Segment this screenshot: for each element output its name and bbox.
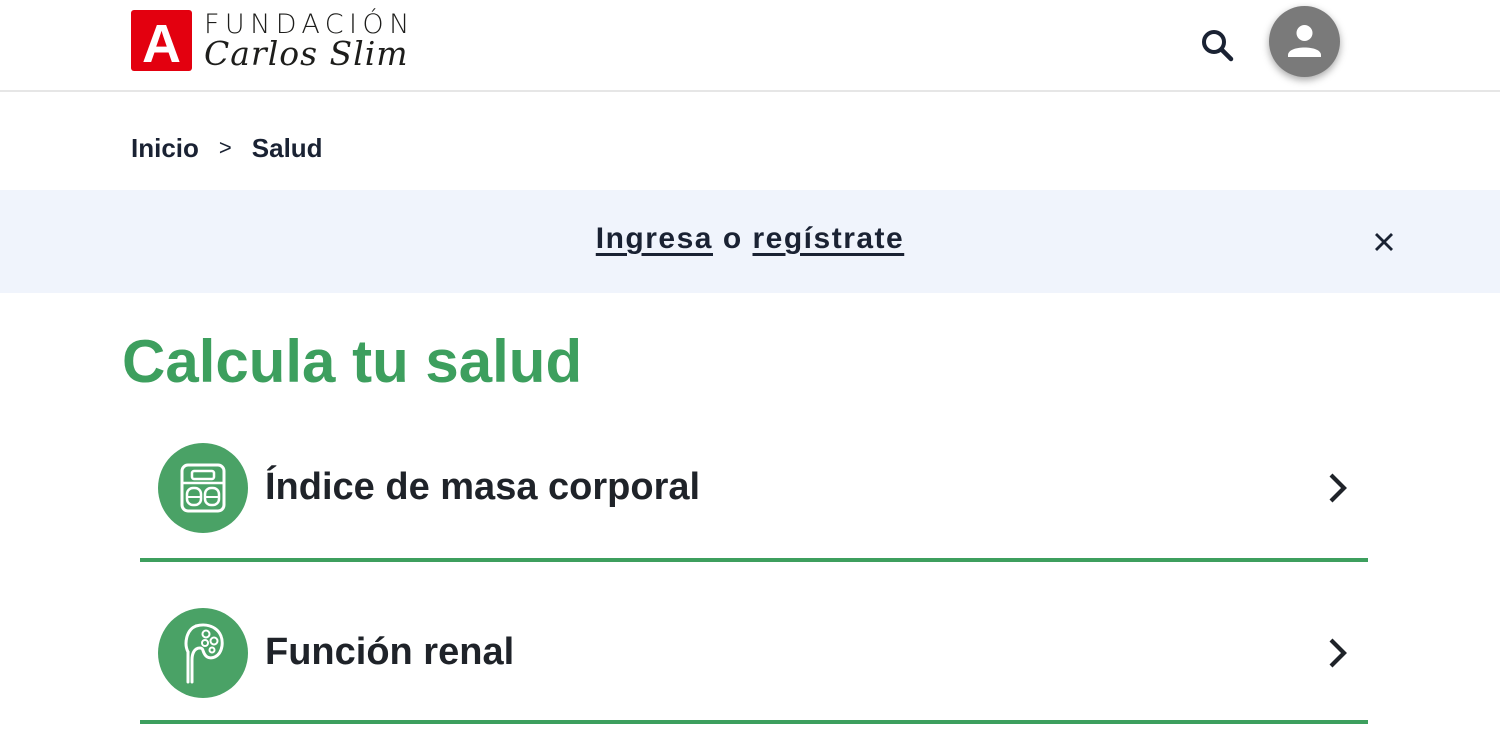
chevron-right-icon bbox=[1329, 473, 1347, 503]
logo-letter-icon: A bbox=[142, 14, 181, 71]
search-button[interactable] bbox=[1196, 24, 1238, 66]
logo-bottom-text: Carlos Slim bbox=[204, 34, 409, 73]
site-header: A FUNDACIÓN Carlos Slim bbox=[0, 0, 1500, 92]
logo-text: FUNDACIÓN Carlos Slim bbox=[204, 11, 415, 71]
login-banner-text: Ingresa o regístrate bbox=[0, 222, 1500, 256]
banner-connector: o bbox=[722, 222, 743, 255]
scale-icon bbox=[180, 463, 226, 513]
calculator-icon-badge bbox=[158, 608, 248, 698]
calculator-label: Índice de masa corporal bbox=[265, 466, 701, 508]
banner-close-button[interactable] bbox=[1370, 228, 1398, 256]
account-button[interactable] bbox=[1269, 6, 1340, 77]
logo[interactable]: A FUNDACIÓN Carlos Slim bbox=[131, 10, 415, 71]
account-icon bbox=[1288, 25, 1321, 57]
breadcrumb: Inicio > Salud bbox=[131, 130, 323, 166]
calculator-label: Función renal bbox=[265, 631, 515, 673]
breadcrumb-home-link[interactable]: Inicio bbox=[131, 133, 199, 164]
logo-mark: A bbox=[131, 10, 192, 71]
svg-text:A: A bbox=[142, 14, 181, 71]
calculator-item-imc[interactable]: Índice de masa corporal bbox=[140, 443, 1368, 562]
chevron-right-icon bbox=[1329, 638, 1347, 668]
close-icon bbox=[1375, 233, 1393, 251]
breadcrumb-current: Salud bbox=[251, 132, 323, 163]
calculator-icon-badge bbox=[158, 443, 248, 533]
search-icon bbox=[1202, 30, 1234, 62]
register-link[interactable]: regístrate bbox=[753, 222, 905, 255]
kidney-icon bbox=[184, 623, 224, 684]
login-link[interactable]: Ingresa bbox=[596, 222, 713, 255]
page-title: Calcula tu salud bbox=[122, 328, 583, 395]
breadcrumb-separator: > bbox=[218, 135, 232, 160]
calculator-item-renal[interactable]: Función renal bbox=[140, 605, 1368, 724]
